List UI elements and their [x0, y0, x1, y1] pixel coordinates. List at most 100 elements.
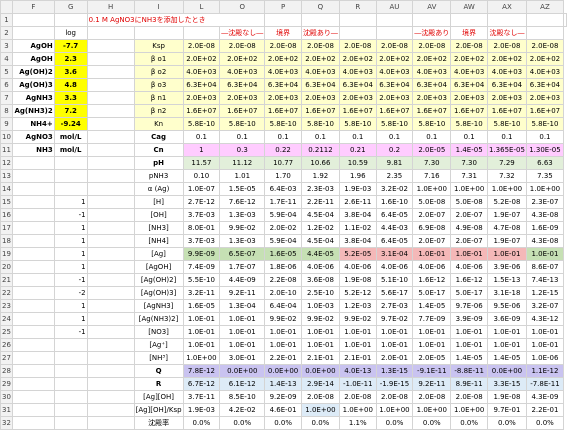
- cell[interactable]: [86, 52, 135, 66]
- cell[interactable]: [53, 377, 88, 391]
- constant-value[interactable]: 1.6E+07: [219, 104, 266, 118]
- charge-coefficient[interactable]: -1: [53, 325, 88, 339]
- cell[interactable]: [86, 286, 135, 300]
- cell[interactable]: [11, 312, 55, 326]
- param-label[interactable]: β n1: [133, 91, 184, 105]
- concentration-value[interactable]: 4.0E-06: [412, 260, 452, 274]
- residual-r[interactable]: -1.0E-11: [338, 377, 377, 391]
- ion-product-value[interactable]: 3.7E-11: [182, 390, 221, 404]
- row-header[interactable]: 6: [0, 78, 13, 92]
- row-header[interactable]: 27: [0, 351, 13, 365]
- concentration-value[interactable]: 4.0E-06: [450, 260, 488, 274]
- concentration-value[interactable]: 2.7E-03: [375, 299, 414, 313]
- concentration-value[interactable]: 4.0E-06: [338, 260, 377, 274]
- row-header[interactable]: 22: [0, 286, 13, 300]
- concentration-value[interactable]: 5.9E-04: [264, 208, 302, 222]
- region-label[interactable]: 沈殿なし―: [487, 26, 527, 40]
- column-header[interactable]: Q: [300, 0, 340, 14]
- concentration-value[interactable]: 2.3E-03: [300, 182, 340, 196]
- concentration-value[interactable]: 9.9E-09: [182, 247, 221, 261]
- cell[interactable]: [11, 299, 55, 313]
- charge-coefficient[interactable]: 1: [53, 195, 88, 209]
- column-header[interactable]: R: [338, 0, 377, 14]
- cell[interactable]: [11, 390, 55, 404]
- cell[interactable]: [86, 65, 135, 79]
- concentration-value[interactable]: 3.1E-18: [487, 286, 527, 300]
- cell[interactable]: [11, 156, 55, 170]
- concentration-value[interactable]: 1.6E-10: [375, 195, 414, 209]
- concentration-value[interactable]: 3.7E-03: [182, 208, 221, 222]
- concentration-value[interactable]: 1.0E-01: [450, 247, 488, 261]
- column-header[interactable]: G: [53, 0, 88, 14]
- row-header[interactable]: 25: [0, 325, 13, 339]
- concentration-value[interactable]: 0.1: [300, 130, 340, 144]
- concentration-value[interactable]: 1.0E-03: [300, 299, 340, 313]
- cell[interactable]: [86, 117, 135, 131]
- concentration-value[interactable]: 9.9E-02: [219, 221, 266, 235]
- constant-value[interactable]: 2.0E+02: [264, 52, 302, 66]
- concentration-value[interactable]: 2.0E-02: [264, 221, 302, 235]
- cell[interactable]: [11, 338, 55, 352]
- constant-value[interactable]: 5.8E-10: [487, 117, 527, 131]
- constant-value[interactable]: 1.6E+07: [487, 104, 527, 118]
- concentration-value[interactable]: 7.7E-09: [412, 312, 452, 326]
- species-name[interactable]: NH3: [11, 143, 55, 157]
- cell[interactable]: [86, 169, 135, 183]
- constant-value[interactable]: 2.0E-08: [219, 39, 266, 53]
- concentration-value[interactable]: 1.0E-01: [182, 325, 221, 339]
- region-label[interactable]: ―沈殿あり: [412, 26, 452, 40]
- species-name[interactable]: Ag(OH)2: [11, 65, 55, 79]
- concentration-value[interactable]: 1.9E-03: [338, 182, 377, 196]
- constant-value[interactable]: 2.0E+02: [375, 52, 414, 66]
- cell[interactable]: [412, 13, 452, 27]
- region-label[interactable]: 境界: [264, 26, 302, 40]
- concentration-value[interactable]: 1.0E-01: [375, 338, 414, 352]
- concentration-value[interactable]: 1.0E-01: [182, 312, 221, 326]
- concentration-value[interactable]: 2.0E-07: [450, 234, 488, 248]
- param-label[interactable]: [NO3]: [133, 325, 184, 339]
- pnh3-value[interactable]: 7.32: [487, 169, 527, 183]
- param-label[interactable]: Cag: [133, 130, 184, 144]
- ion-product-value[interactable]: 2.0E-08: [300, 390, 340, 404]
- concentration-value[interactable]: 0.1: [219, 130, 266, 144]
- param-label[interactable]: [H]: [133, 195, 184, 209]
- cell[interactable]: [86, 143, 135, 157]
- constant-value[interactable]: 5.8E-10: [338, 117, 377, 131]
- concentration-value[interactable]: 0.1: [338, 130, 377, 144]
- precipitation-rate[interactable]: 0.0%: [412, 416, 452, 430]
- region-label[interactable]: [375, 26, 414, 40]
- ion-product-value[interactable]: 2.0E-08: [375, 390, 414, 404]
- constant-value[interactable]: 6.3E+04: [412, 78, 452, 92]
- concentration-value[interactable]: 1.0E-01: [219, 325, 266, 339]
- pnh3-value[interactable]: 1.70: [264, 169, 302, 183]
- region-label[interactable]: ―沈殿なし―: [219, 26, 266, 40]
- cell[interactable]: [86, 91, 135, 105]
- row-header[interactable]: 30: [0, 390, 13, 404]
- concentration-value[interactable]: 4.4E-09: [219, 273, 266, 287]
- concentration-value[interactable]: 2.2E-08: [264, 273, 302, 287]
- cell[interactable]: [11, 260, 55, 274]
- residual-r[interactable]: 2.9E-14: [300, 377, 340, 391]
- concentration-value[interactable]: 1.0E-06: [525, 351, 565, 365]
- cell[interactable]: [86, 26, 135, 40]
- constant-value[interactable]: 2.0E+03: [219, 91, 266, 105]
- cell[interactable]: [525, 26, 565, 40]
- ion-product-value[interactable]: 8.5E-10: [219, 390, 266, 404]
- cell[interactable]: [86, 221, 135, 235]
- concentration-value[interactable]: 4.5E-04: [300, 208, 340, 222]
- charge-coefficient[interactable]: 1: [53, 312, 88, 326]
- cell[interactable]: [375, 13, 414, 27]
- charge-balance-q[interactable]: -8.8E-11: [450, 364, 488, 378]
- param-label[interactable]: [NH³]: [133, 351, 184, 365]
- constant-value[interactable]: 5.8E-10: [375, 117, 414, 131]
- param-label[interactable]: [Ag][OH]/Ksp: [133, 403, 184, 417]
- concentration-value[interactable]: 1.3E-03: [219, 234, 266, 248]
- concentration-value[interactable]: 1.0E-01: [412, 325, 452, 339]
- cell[interactable]: [300, 13, 340, 27]
- charge-coefficient[interactable]: [53, 338, 88, 352]
- nh3-input-value[interactable]: 0.2112: [300, 143, 340, 157]
- constant-value[interactable]: 5.8E-10: [300, 117, 340, 131]
- concentration-value[interactable]: 1.0E-01: [525, 338, 565, 352]
- charge-coefficient[interactable]: -1: [53, 208, 88, 222]
- concentration-value[interactable]: 7.6E-12: [219, 195, 266, 209]
